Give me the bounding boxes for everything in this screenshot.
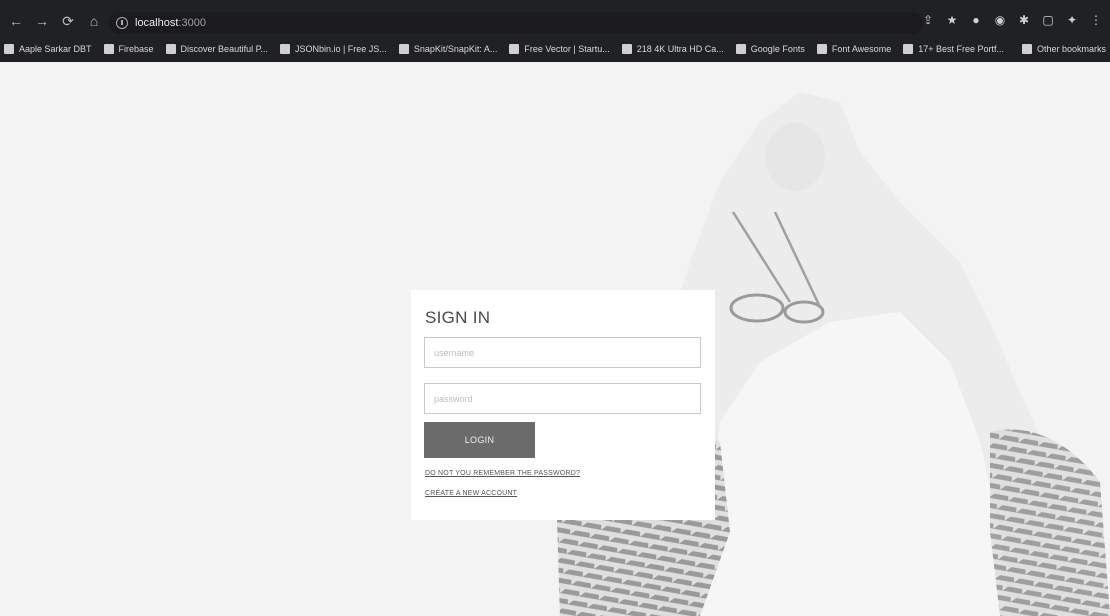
bookmark-label: Aaple Sarkar DBT bbox=[19, 44, 92, 54]
address-bar[interactable]: localhost:3000 bbox=[108, 12, 923, 34]
url-text: localhost:3000 bbox=[135, 17, 206, 29]
bookmark-star-icon[interactable]: ★ bbox=[944, 12, 960, 28]
folder-icon bbox=[1021, 44, 1032, 54]
braces-icon bbox=[279, 44, 290, 54]
extension-icon[interactable]: ● bbox=[968, 12, 984, 28]
freepik-icon bbox=[509, 44, 520, 54]
bookmark-label: Free Vector | Startu... bbox=[524, 44, 610, 54]
bookmark-item[interactable]: Discover Beautiful P... bbox=[165, 44, 268, 54]
bookmarks-bar: Aaple Sarkar DBT Firebase Discover Beaut… bbox=[0, 38, 1110, 60]
bookmark-label: SnapKit/SnapKit: A... bbox=[413, 44, 498, 54]
site-info-icon[interactable] bbox=[116, 17, 128, 29]
login-button[interactable]: LOGIN bbox=[424, 422, 535, 458]
share-icon[interactable]: ⇪ bbox=[920, 12, 936, 28]
reload-button[interactable]: ⟳ bbox=[58, 11, 78, 31]
toolbar-right-icons: ⇪ ★ ● ◉ ✱ ▢ ✦ ⋮ bbox=[920, 12, 1104, 28]
back-button[interactable]: ← bbox=[6, 11, 26, 31]
menu-icon[interactable]: ⋮ bbox=[1088, 12, 1104, 28]
password-input[interactable] bbox=[424, 383, 701, 414]
extensions-puzzle-icon[interactable]: ✱ bbox=[1016, 12, 1032, 28]
google-fonts-icon bbox=[735, 44, 746, 54]
bookmark-item[interactable]: JSONbin.io | Free JS... bbox=[279, 44, 387, 54]
firebase-icon bbox=[103, 44, 114, 54]
username-input[interactable] bbox=[424, 337, 701, 368]
other-bookmarks[interactable]: Other bookmarks bbox=[1021, 44, 1106, 54]
side-panel-icon[interactable]: ▢ bbox=[1040, 12, 1056, 28]
bookmark-label: Firebase bbox=[118, 44, 154, 54]
other-bookmarks-label: Other bookmarks bbox=[1036, 44, 1106, 54]
profile-icon[interactable]: ✦ bbox=[1064, 12, 1080, 28]
bookmark-item[interactable]: Aaple Sarkar DBT bbox=[4, 44, 92, 54]
bookmark-icon bbox=[4, 44, 14, 54]
bookmark-label: JSONbin.io | Free JS... bbox=[294, 44, 387, 54]
bookmark-label: 218 4K Ultra HD Ca... bbox=[636, 44, 724, 54]
bookmark-label: 17+ Best Free Portf... bbox=[918, 44, 1004, 54]
bookmark-item[interactable]: Firebase bbox=[103, 44, 154, 54]
bookmark-item[interactable]: Font Awesome bbox=[816, 44, 892, 54]
home-button[interactable]: ⌂ bbox=[84, 11, 104, 31]
bookmark-label: Google Fonts bbox=[750, 44, 805, 54]
github-icon bbox=[398, 44, 409, 54]
bookmark-icon bbox=[621, 44, 632, 54]
bookmark-item[interactable]: Free Vector | Startu... bbox=[509, 44, 610, 54]
signin-title: SIGN IN bbox=[425, 308, 491, 327]
bookmark-item[interactable]: 17+ Best Free Portf... bbox=[903, 44, 1004, 54]
page-viewport: SIGN IN LOGIN DO NOT YOU REMEMBER THE PA… bbox=[0, 62, 1110, 616]
signin-card: SIGN IN LOGIN DO NOT YOU REMEMBER THE PA… bbox=[411, 290, 715, 520]
extension-icon[interactable]: ◉ bbox=[992, 12, 1008, 28]
bookmark-item[interactable]: SnapKit/SnapKit: A... bbox=[398, 44, 498, 54]
url-port: :3000 bbox=[178, 17, 206, 29]
bookmark-label: Font Awesome bbox=[831, 44, 892, 54]
browser-chrome: ← → ⟳ ⌂ localhost:3000 ⇪ ★ ● ◉ ✱ ▢ ✦ ⋮ A… bbox=[0, 0, 1110, 62]
flag-icon bbox=[816, 44, 827, 54]
bookmark-item[interactable]: Google Fonts bbox=[735, 44, 805, 54]
bookmark-item[interactable]: 218 4K Ultra HD Ca... bbox=[621, 44, 724, 54]
d-logo-icon bbox=[903, 44, 914, 54]
forgot-password-link[interactable]: DO NOT YOU REMEMBER THE PASSWORD? bbox=[425, 470, 580, 477]
bookmark-label: Discover Beautiful P... bbox=[180, 44, 268, 54]
url-host: localhost bbox=[135, 17, 179, 29]
forward-button[interactable]: → bbox=[32, 11, 52, 31]
bookmark-icon bbox=[165, 44, 176, 54]
browser-toolbar: ← → ⟳ ⌂ localhost:3000 ⇪ ★ ● ◉ ✱ ▢ ✦ ⋮ bbox=[0, 5, 1110, 37]
create-account-link[interactable]: CREATE A NEW ACCOUNT bbox=[425, 490, 517, 497]
